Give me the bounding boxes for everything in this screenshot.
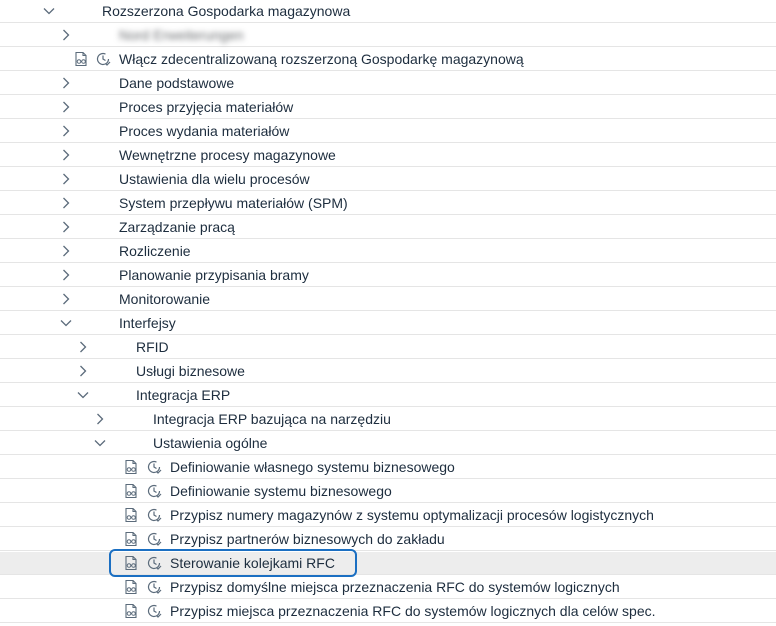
chevron-right-icon[interactable] bbox=[57, 98, 75, 116]
chevron-right-icon[interactable] bbox=[74, 338, 92, 356]
tree-row-level1[interactable]: Monitorowanie bbox=[0, 288, 776, 311]
chevron-down-icon[interactable] bbox=[91, 434, 109, 452]
clock-check-icon[interactable] bbox=[145, 530, 163, 548]
tree-node-label: Interfejsy bbox=[119, 315, 176, 331]
tree-node-label: Rozliczenie bbox=[119, 243, 191, 259]
clock-check-icon[interactable] bbox=[145, 602, 163, 620]
tree-node-label: Przypisz miejsca przeznaczenia RFC do sy… bbox=[170, 603, 656, 619]
clock-check-icon[interactable] bbox=[94, 50, 112, 68]
document-glasses-icon[interactable] bbox=[122, 530, 140, 548]
tree-node-label: Nord Erweiterungen bbox=[119, 27, 244, 43]
tree-node-label: Proces wydania materiałów bbox=[119, 123, 290, 139]
tree-row-level2[interactable]: RFID bbox=[0, 336, 776, 359]
tree-node-label: Ustawienia dla wielu procesów bbox=[119, 171, 310, 187]
chevron-right-icon[interactable] bbox=[57, 170, 75, 188]
tree-row-activity[interactable]: Przypisz numery magazynów z systemu opty… bbox=[0, 504, 776, 527]
chevron-down-icon[interactable] bbox=[74, 386, 92, 404]
chevron-down-icon[interactable] bbox=[40, 2, 58, 20]
tree-node-label: Monitorowanie bbox=[119, 291, 211, 307]
tree-node-label: Usługi biznesowe bbox=[136, 363, 245, 379]
tree-row-activity[interactable]: Definiowanie systemu biznesowego bbox=[0, 480, 776, 503]
chevron-right-icon[interactable] bbox=[91, 410, 109, 428]
tree-node-label: Przypisz domyślne miejsca przeznaczenia … bbox=[170, 579, 620, 595]
tree-node-label: Dane podstawowe bbox=[119, 75, 235, 91]
tree-row-activity[interactable]: Przypisz miejsca przeznaczenia RFC do sy… bbox=[0, 600, 776, 623]
chevron-down-icon[interactable] bbox=[57, 314, 75, 332]
tree-node-label: RFID bbox=[136, 339, 169, 355]
tree-node-label: Integracja ERP bbox=[136, 387, 231, 403]
tree-row-interfejsy[interactable]: Interfejsy bbox=[0, 312, 776, 335]
clock-check-icon[interactable] bbox=[145, 578, 163, 596]
tree-row-activity-selected[interactable]: Sterowanie kolejkami RFC bbox=[0, 552, 776, 575]
tree-node-label: Przypisz numery magazynów z systemu opty… bbox=[170, 507, 654, 523]
tree-node-label: Definiowanie systemu biznesowego bbox=[170, 483, 392, 499]
chevron-right-icon[interactable] bbox=[57, 26, 75, 44]
tree-row-level1[interactable]: Proces wydania materiałów bbox=[0, 120, 776, 143]
tree-node-label: Integracja ERP bazująca na narzędziu bbox=[153, 411, 391, 427]
tree-row-level1[interactable]: Planowanie przypisania bramy bbox=[0, 264, 776, 287]
clock-check-icon[interactable] bbox=[145, 554, 163, 572]
tree-row-level1[interactable]: Zarządzanie pracą bbox=[0, 216, 776, 239]
tree-row-level1[interactable]: Ustawienia dla wielu procesów bbox=[0, 168, 776, 191]
tree-node-label: Włącz zdecentralizowaną rozszerzoną Gosp… bbox=[119, 51, 524, 67]
tree-row-level1[interactable]: Proces przyjęcia materiałów bbox=[0, 96, 776, 119]
tree-node-label: Proces przyjęcia materiałów bbox=[119, 99, 294, 115]
tree-row-level1[interactable]: System przepływu materiałów (SPM) bbox=[0, 192, 776, 215]
tree-row-blurred[interactable]: Nord Erweiterungen bbox=[0, 24, 776, 47]
document-glasses-icon[interactable] bbox=[72, 50, 90, 68]
clock-check-icon[interactable] bbox=[145, 482, 163, 500]
tree-node-label: Ustawienia ogólne bbox=[153, 435, 268, 451]
tree-row-root[interactable]: Rozszerzona Gospodarka magazynowa bbox=[0, 0, 776, 23]
clock-check-icon[interactable] bbox=[145, 458, 163, 476]
tree-row-level3[interactable]: Integracja ERP bazująca na narzędziu bbox=[0, 408, 776, 431]
tree-row-activate[interactable]: Włącz zdecentralizowaną rozszerzoną Gosp… bbox=[0, 48, 776, 71]
chevron-right-icon[interactable] bbox=[57, 74, 75, 92]
tree-node-label: System przepływu materiałów (SPM) bbox=[119, 195, 348, 211]
tree-row-integracja-erp[interactable]: Integracja ERP bbox=[0, 384, 776, 407]
chevron-right-icon[interactable] bbox=[57, 194, 75, 212]
chevron-right-icon[interactable] bbox=[57, 122, 75, 140]
chevron-right-icon[interactable] bbox=[57, 146, 75, 164]
tree-row-level1[interactable]: Wewnętrzne procesy magazynowe bbox=[0, 144, 776, 167]
chevron-right-icon[interactable] bbox=[57, 266, 75, 284]
document-glasses-icon[interactable] bbox=[122, 578, 140, 596]
tree-row-activity[interactable]: Definiowanie własnego systemu biznesoweg… bbox=[0, 456, 776, 479]
document-glasses-icon[interactable] bbox=[122, 458, 140, 476]
document-glasses-icon[interactable] bbox=[122, 482, 140, 500]
tree-node-label: Zarządzanie pracą bbox=[119, 219, 235, 235]
tree-node-label: Planowanie przypisania bramy bbox=[119, 267, 309, 283]
tree-row-level1[interactable]: Rozliczenie bbox=[0, 240, 776, 263]
tree-row-activity[interactable]: Przypisz partnerów biznesowych do zakład… bbox=[0, 528, 776, 551]
document-glasses-icon[interactable] bbox=[122, 554, 140, 572]
tree-row-level1[interactable]: Dane podstawowe bbox=[0, 72, 776, 95]
tree-row-activity[interactable]: Przypisz domyślne miejsca przeznaczenia … bbox=[0, 576, 776, 599]
document-glasses-icon[interactable] bbox=[122, 602, 140, 620]
tree-node-label: Rozszerzona Gospodarka magazynowa bbox=[102, 3, 351, 19]
tree-node-label: Przypisz partnerów biznesowych do zakład… bbox=[170, 531, 445, 547]
tree-node-label: Definiowanie własnego systemu biznesoweg… bbox=[170, 459, 455, 475]
chevron-right-icon[interactable] bbox=[74, 362, 92, 380]
tree-row-level2[interactable]: Usługi biznesowe bbox=[0, 360, 776, 383]
tree-node-label: Sterowanie kolejkami RFC bbox=[170, 555, 335, 571]
tree-row-ustawienia-ogolne[interactable]: Ustawienia ogólne bbox=[0, 432, 776, 455]
chevron-right-icon[interactable] bbox=[57, 218, 75, 236]
chevron-right-icon[interactable] bbox=[57, 290, 75, 308]
chevron-right-icon[interactable] bbox=[57, 242, 75, 260]
document-glasses-icon[interactable] bbox=[122, 506, 140, 524]
tree-node-label: Wewnętrzne procesy magazynowe bbox=[119, 147, 336, 163]
clock-check-icon[interactable] bbox=[145, 506, 163, 524]
